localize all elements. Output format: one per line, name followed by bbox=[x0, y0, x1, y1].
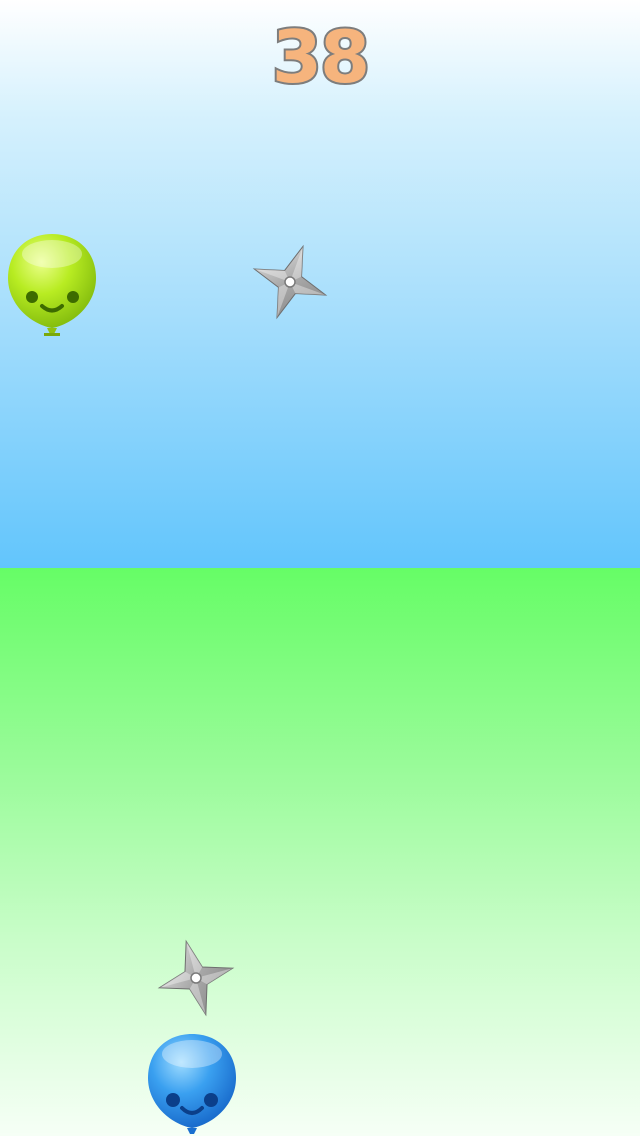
blue-balloon-icon[interactable] bbox=[144, 1030, 240, 1136]
shuriken-icon bbox=[252, 244, 328, 320]
shuriken-icon bbox=[157, 939, 235, 1017]
ground-area[interactable] bbox=[0, 568, 640, 1136]
green-balloon-icon bbox=[8, 234, 96, 336]
score-counter: 38 bbox=[270, 13, 372, 101]
